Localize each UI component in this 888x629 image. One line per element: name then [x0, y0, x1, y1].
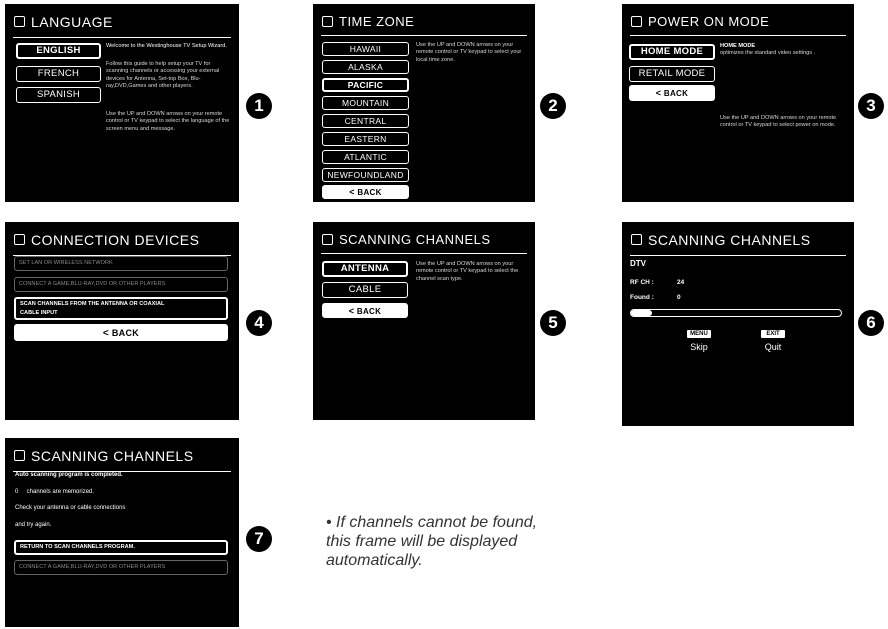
step-badge-4: 4	[246, 310, 272, 336]
scan-progress-title: SCANNING CHANNELS	[648, 232, 811, 248]
connection-scan-line1: SCAN CHANNELS FROM THE ANTENNA OR COAXIA…	[20, 301, 165, 307]
connection-title: CONNECTION DEVICES	[31, 232, 200, 248]
power-back-button[interactable]: < BACK	[629, 85, 715, 101]
scan-option-antenna[interactable]: ANTENNA	[322, 261, 408, 277]
timezone-title: TIME ZONE	[339, 14, 415, 29]
connection-back-button[interactable]: < BACK	[14, 324, 228, 341]
timezone-option-mountain[interactable]: MOUNTAIN	[322, 96, 409, 110]
checkbox-icon	[631, 234, 642, 245]
timezone-option-newfoundland[interactable]: NEWFOUNDLAND	[322, 168, 409, 182]
checkbox-icon	[14, 450, 25, 461]
scan-done-screen: SCANNING CHANNELS Auto scanning program …	[5, 438, 239, 627]
scan-select-screen: SCANNING CHANNELS ANTENNA CABLE < BACK U…	[313, 222, 535, 420]
power-option-retail[interactable]: RETAIL MODE	[629, 66, 715, 82]
found-value: 0	[677, 294, 681, 301]
back-label: BACK	[663, 89, 689, 98]
scan-done-line2: 0 channels are memorized.	[15, 489, 95, 495]
exit-key-icon: EXIT	[761, 330, 785, 338]
connection-row-scan[interactable]: SCAN CHANNELS FROM THE ANTENNA OR COAXIA…	[14, 297, 228, 320]
scan-progress-fill	[631, 310, 652, 316]
step-badge-5: 5	[540, 310, 566, 336]
scan-select-title: SCANNING CHANNELS	[339, 232, 491, 247]
timezone-option-hawaii[interactable]: HAWAII	[322, 42, 409, 56]
language-welcome: Welcome to the Westinghouse TV Setup Wiz…	[106, 43, 227, 49]
timezone-option-atlantic[interactable]: ATLANTIC	[322, 150, 409, 164]
scan-select-back-button[interactable]: < BACK	[322, 303, 408, 318]
checkbox-icon	[14, 234, 25, 245]
timezone-screen: TIME ZONE HAWAII ALASKA PACIFIC MOUNTAIN…	[313, 4, 535, 202]
scan-progress-screen: SCANNING CHANNELS DTV RF CH : 24 Found :…	[622, 222, 854, 426]
scan-done-header: SCANNING CHANNELS	[13, 447, 231, 472]
connection-row-network[interactable]: SET LAN OR WIRELESS NETWORK	[14, 256, 228, 271]
power-mode-title: POWER ON MODE	[648, 14, 770, 29]
connection-screen: CONNECTION DEVICES SET LAN OR WIRELESS N…	[5, 222, 239, 420]
timezone-option-alaska[interactable]: ALASKA	[322, 60, 409, 74]
language-title: LANGUAGE	[31, 14, 113, 30]
timezone-header: TIME ZONE	[321, 13, 527, 36]
back-chevron-icon: <	[349, 187, 355, 197]
scan-progress-bar	[630, 309, 842, 317]
back-chevron-icon: <	[655, 88, 662, 98]
menu-key-icon: MENU	[687, 330, 711, 338]
timezone-option-pacific[interactable]: PACIFIC	[322, 78, 409, 92]
timezone-option-central[interactable]: CENTRAL	[322, 114, 409, 128]
scan-option-cable[interactable]: CABLE	[322, 282, 408, 298]
connection-header: CONNECTION DEVICES	[13, 231, 231, 256]
language-screen: LANGUAGE ENGLISH FRENCH SPANISH Welcome …	[5, 4, 239, 202]
language-option-french[interactable]: FRENCH	[16, 66, 101, 82]
power-mode-header: POWER ON MODE	[630, 13, 846, 36]
connect-players-row[interactable]: CONNECT A GAME,BLU-RAY,DVD OR OTHER PLAY…	[14, 560, 228, 575]
connection-row-players[interactable]: CONNECT A GAME,BLU-RAY,DVD OR OTHER PLAY…	[14, 277, 228, 292]
connection-scan-line2: CABLE INPUT	[20, 310, 58, 316]
checkbox-icon	[14, 16, 25, 27]
power-desc: optimizes the standard video settings .	[720, 50, 816, 56]
checkbox-icon	[631, 16, 642, 27]
step-badge-2: 2	[540, 93, 566, 119]
scan-done-line3: Check your antenna or cable connections	[15, 505, 126, 511]
found-label: Found :	[630, 294, 654, 301]
timezone-back-button[interactable]: < BACK	[322, 185, 409, 199]
step-badge-1: 1	[246, 93, 272, 119]
scan-done-line1: Auto scanning program is completed.	[15, 472, 123, 478]
back-label: BACK	[357, 188, 382, 197]
rf-channel-label: RF CH :	[630, 279, 654, 286]
return-scan-row[interactable]: RETURN TO SCAN CHANNELS PROGRAM.	[14, 540, 228, 555]
scan-select-hint: Use the UP and DOWN arrows on your remot…	[416, 261, 519, 282]
back-label: BACK	[356, 307, 382, 316]
language-hint: Use the UP and DOWN arrows on your remot…	[106, 111, 230, 132]
timezone-hint: Use the UP and DOWN arrows on your remot…	[416, 42, 522, 63]
menu-skip-label[interactable]: Skip	[682, 342, 716, 352]
rf-channel-value: 24	[677, 279, 685, 286]
scan-select-header: SCANNING CHANNELS	[321, 231, 527, 254]
scan-mode: DTV	[630, 259, 646, 268]
language-header: LANGUAGE	[13, 13, 231, 38]
language-guide: Follow this guide to help setup your TV …	[106, 61, 220, 90]
scan-progress-header: SCANNING CHANNELS	[630, 231, 846, 256]
language-option-english[interactable]: ENGLISH	[16, 43, 101, 59]
power-hint: Use the UP and DOWN arrows on your remot…	[720, 115, 837, 129]
step-badge-7: 7	[246, 526, 272, 552]
back-chevron-icon: <	[348, 306, 355, 316]
timezone-option-eastern[interactable]: EASTERN	[322, 132, 409, 146]
checkbox-icon	[322, 16, 333, 27]
language-option-spanish[interactable]: SPANISH	[16, 87, 101, 103]
scan-done-line4: and try again.	[15, 522, 52, 528]
back-label: BACK	[111, 328, 140, 338]
scan-done-title: SCANNING CHANNELS	[31, 448, 194, 464]
step-badge-3: 3	[858, 93, 884, 119]
auto-display-note: • If channels cannot be found, this fram…	[326, 514, 538, 569]
power-option-home[interactable]: HOME MODE	[629, 44, 715, 60]
power-mode-screen: POWER ON MODE HOME MODE RETAIL MODE < BA…	[622, 4, 854, 202]
step-badge-6: 6	[858, 310, 884, 336]
exit-quit-label[interactable]: Quit	[756, 342, 790, 352]
checkbox-icon	[322, 234, 333, 245]
back-chevron-icon: <	[102, 328, 110, 339]
